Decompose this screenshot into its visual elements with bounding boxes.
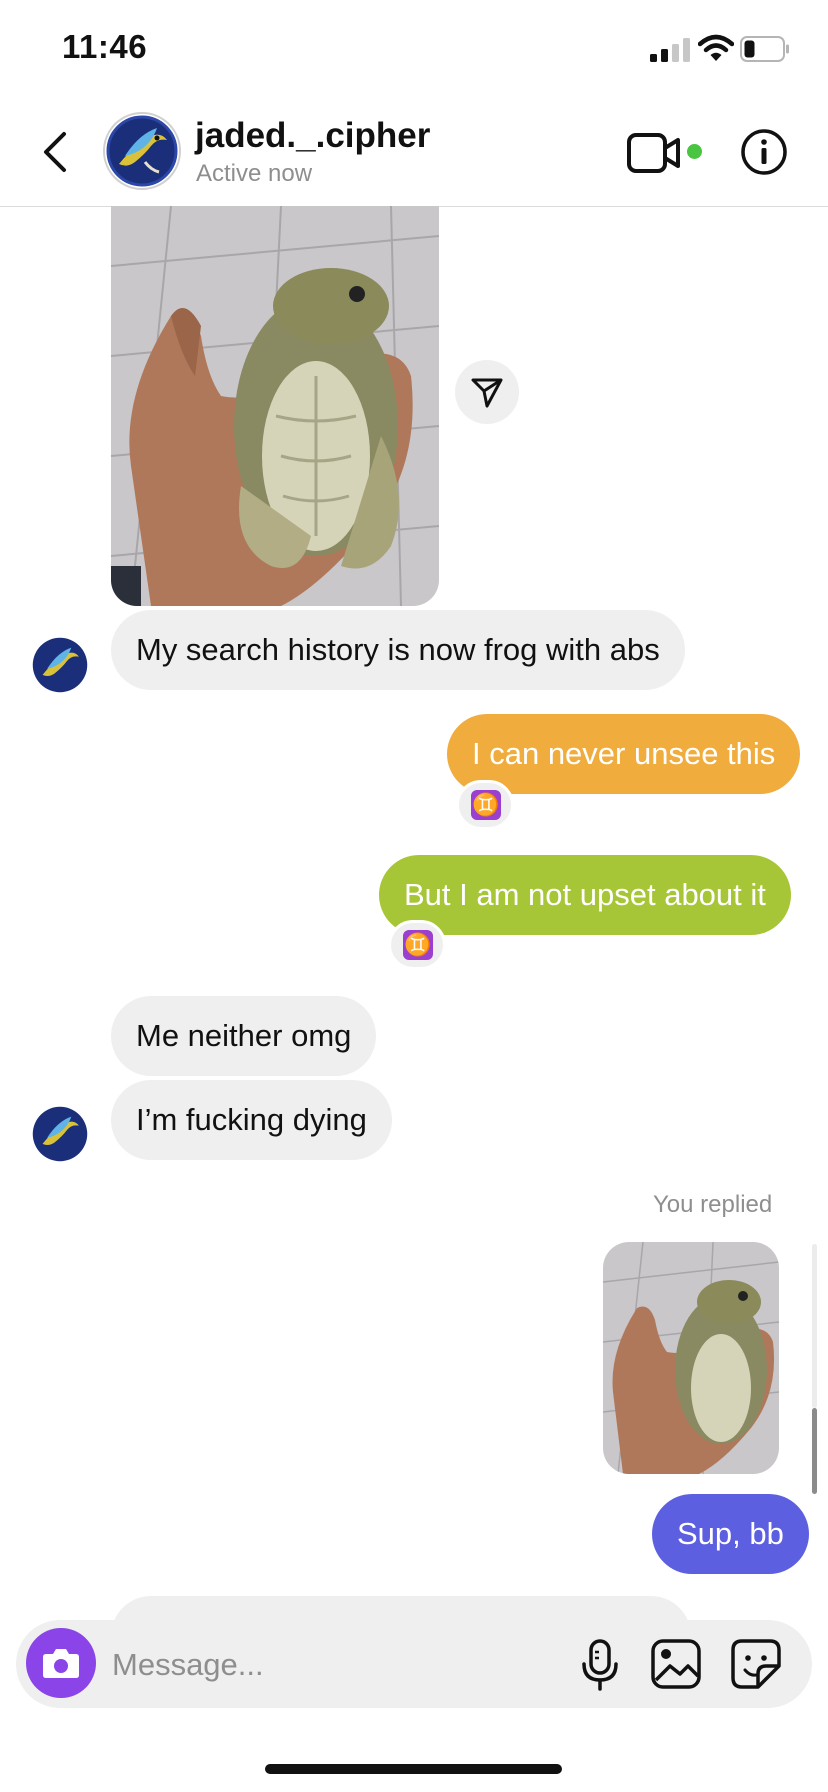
online-indicator	[687, 144, 702, 159]
cellular-signal-icon	[650, 38, 690, 62]
sender-avatar[interactable]	[32, 637, 88, 693]
send-icon	[471, 378, 503, 408]
info-button[interactable]	[740, 128, 788, 176]
message-reaction[interactable]: ♊	[388, 920, 446, 970]
camera-button[interactable]	[26, 1628, 96, 1698]
incoming-photo-message[interactable]	[111, 206, 439, 606]
contact-username[interactable]: jaded._.cipher	[195, 116, 430, 156]
scrollbar-thumb[interactable]	[812, 1408, 817, 1494]
replied-photo[interactable]	[603, 1242, 779, 1474]
gemini-emoji-icon: ♊	[403, 930, 433, 960]
outgoing-message[interactable]: But I am not upset about it	[379, 855, 791, 935]
camera-icon	[43, 1649, 79, 1678]
share-button[interactable]	[455, 360, 519, 424]
microphone-icon[interactable]	[578, 1638, 622, 1692]
home-indicator[interactable]	[265, 1764, 562, 1774]
status-time: 11:46	[62, 28, 148, 65]
replied-label: You replied	[653, 1191, 773, 1218]
message-reaction[interactable]: ♊	[456, 780, 514, 830]
dragon-avatar-image	[32, 1106, 88, 1162]
message-input[interactable]	[110, 1638, 554, 1692]
back-button[interactable]	[36, 128, 76, 176]
incoming-message[interactable]: I’m fucking dying	[111, 1080, 392, 1160]
sticker-icon[interactable]	[730, 1638, 782, 1690]
dragon-avatar-image	[106, 115, 178, 187]
scrollbar-track[interactable]	[812, 1244, 817, 1408]
dragon-avatar-image	[32, 637, 88, 693]
frog-photo-image	[111, 206, 439, 606]
gemini-emoji-icon: ♊	[471, 790, 501, 820]
incoming-message[interactable]: My search history is now frog with abs	[111, 610, 685, 690]
presence-status: Active now	[196, 160, 313, 187]
incoming-message[interactable]: Me neither omg	[111, 996, 377, 1076]
video-call-button[interactable]	[626, 130, 682, 176]
outgoing-message[interactable]: Sup, bb	[652, 1494, 809, 1574]
contact-avatar[interactable]	[103, 112, 181, 190]
sender-avatar[interactable]	[32, 1106, 88, 1162]
wifi-icon	[698, 34, 734, 61]
gallery-icon[interactable]	[650, 1638, 702, 1690]
frog-photo-thumbnail	[603, 1242, 779, 1474]
battery-icon	[740, 36, 789, 62]
